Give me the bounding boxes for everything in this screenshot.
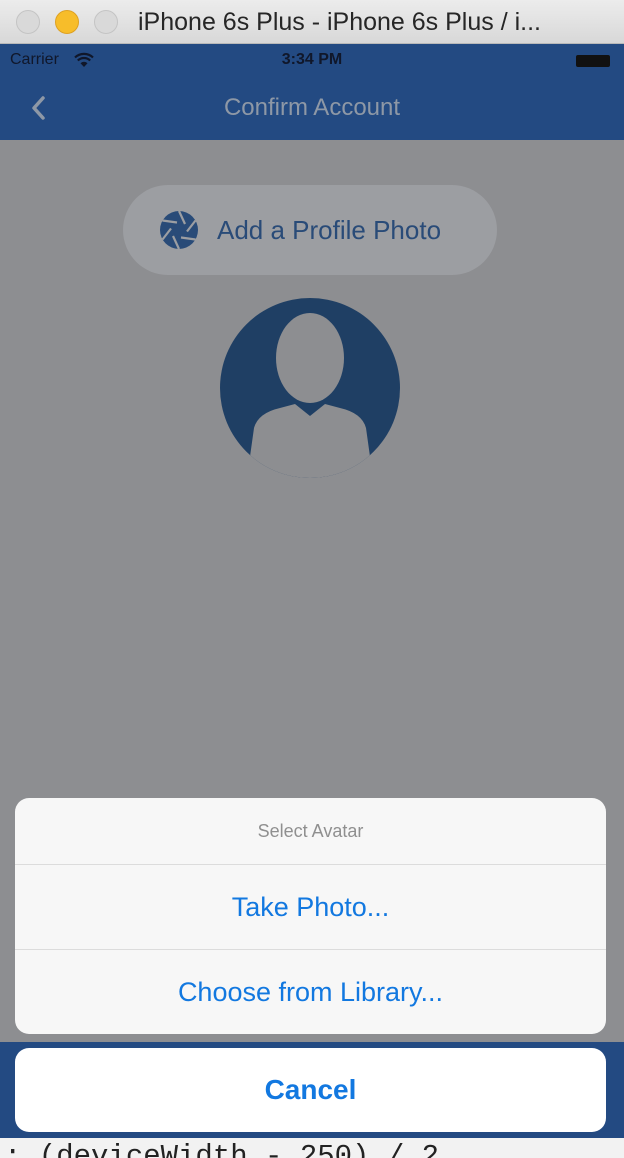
window-minimize-button[interactable] xyxy=(55,10,79,34)
select-avatar-action-sheet: Select Avatar Take Photo... Choose from … xyxy=(15,798,606,1034)
action-sheet-title: Select Avatar xyxy=(15,798,606,865)
status-time: 3:34 PM xyxy=(281,51,343,68)
add-profile-photo-label: Add a Profile Photo xyxy=(217,215,442,245)
simulator-title-bar: iPhone 6s Plus - iPhone 6s Plus / i... xyxy=(0,0,624,44)
take-photo-button[interactable]: Take Photo... xyxy=(15,865,606,950)
window-close-button[interactable] xyxy=(16,10,40,34)
avatar-placeholder-icon[interactable] xyxy=(220,298,400,478)
status-bar: Carrier 3:34 PM xyxy=(0,44,624,76)
iphone-screen: Carrier 3:34 PM Confirm Account Add a Pr… xyxy=(0,44,624,1158)
camera-aperture-icon xyxy=(160,210,198,250)
navigation-bar: Confirm Account xyxy=(0,76,624,140)
add-profile-photo-button[interactable]: Add a Profile Photo xyxy=(123,185,497,275)
cancel-button[interactable]: Cancel xyxy=(15,1048,606,1132)
choose-from-library-button[interactable]: Choose from Library... xyxy=(15,950,606,1034)
page-title: Confirm Account xyxy=(223,94,401,121)
code-line: : (deviceWidth - 250) / 2, xyxy=(4,1140,457,1158)
window-title: iPhone 6s Plus - iPhone 6s Plus / i... xyxy=(138,8,541,36)
battery-icon xyxy=(576,55,610,67)
code-editor-peek: : (deviceWidth - 250) / 2, xyxy=(0,1138,624,1158)
window-zoom-button[interactable] xyxy=(94,10,118,34)
